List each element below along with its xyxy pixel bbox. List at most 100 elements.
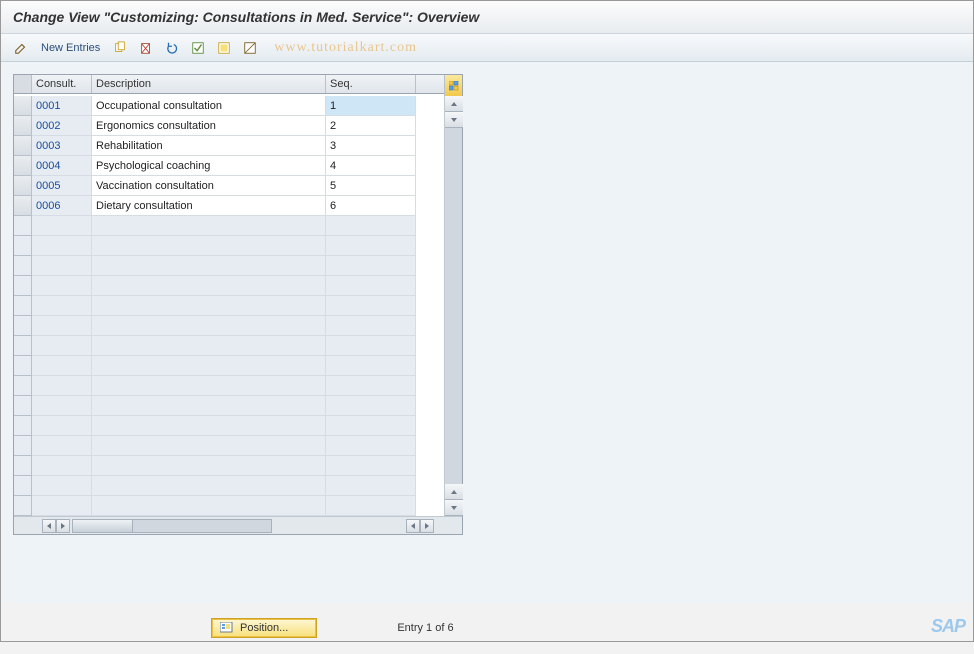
row-selector[interactable] — [14, 336, 32, 356]
scroll-down2-icon[interactable] — [445, 500, 463, 516]
cell-consult[interactable]: 0005 — [32, 176, 92, 196]
row-selector[interactable] — [14, 256, 32, 276]
cell-consult[interactable]: 0004 — [32, 156, 92, 176]
copy-icon[interactable] — [110, 38, 130, 58]
cell-empty[interactable] — [32, 296, 92, 316]
row-selector[interactable] — [14, 376, 32, 396]
toggle-edit-icon[interactable] — [11, 38, 31, 58]
row-selector[interactable] — [14, 456, 32, 476]
cell-empty[interactable] — [32, 496, 92, 516]
row-selector[interactable] — [14, 196, 32, 216]
cell-empty[interactable] — [326, 496, 416, 516]
column-header-description[interactable]: Description — [92, 75, 326, 93]
cell-empty[interactable] — [326, 216, 416, 236]
cell-seq[interactable]: 5 — [326, 176, 416, 196]
scroll-down-icon[interactable] — [445, 112, 463, 128]
position-button[interactable]: Position... — [211, 618, 317, 638]
cell-empty[interactable] — [326, 236, 416, 256]
cell-empty[interactable] — [32, 276, 92, 296]
cell-seq[interactable]: 2 — [326, 116, 416, 136]
select-all-icon[interactable] — [188, 38, 208, 58]
cell-description[interactable]: Occupational consultation — [92, 96, 326, 116]
cell-empty[interactable] — [32, 236, 92, 256]
cell-empty[interactable] — [92, 356, 326, 376]
cell-empty[interactable] — [32, 316, 92, 336]
cell-empty[interactable] — [32, 476, 92, 496]
cell-empty[interactable] — [326, 416, 416, 436]
cell-consult[interactable]: 0002 — [32, 116, 92, 136]
new-entries-button[interactable]: New Entries — [37, 40, 104, 56]
scroll-track[interactable] — [445, 128, 462, 484]
row-selector-header[interactable] — [14, 75, 32, 93]
row-selector[interactable] — [14, 156, 32, 176]
cell-empty[interactable] — [326, 256, 416, 276]
row-selector[interactable] — [14, 276, 32, 296]
cell-empty[interactable] — [32, 416, 92, 436]
cell-empty[interactable] — [92, 496, 326, 516]
cell-seq[interactable]: 4 — [326, 156, 416, 176]
cell-seq[interactable]: 1 — [326, 96, 416, 116]
undo-icon[interactable] — [162, 38, 182, 58]
cell-empty[interactable] — [92, 236, 326, 256]
cell-seq[interactable]: 6 — [326, 196, 416, 216]
row-selector[interactable] — [14, 136, 32, 156]
cell-empty[interactable] — [32, 456, 92, 476]
cell-empty[interactable] — [32, 356, 92, 376]
row-selector[interactable] — [14, 176, 32, 196]
row-selector[interactable] — [14, 316, 32, 336]
cell-empty[interactable] — [92, 276, 326, 296]
row-selector[interactable] — [14, 416, 32, 436]
cell-empty[interactable] — [326, 476, 416, 496]
row-selector[interactable] — [14, 476, 32, 496]
cell-empty[interactable] — [92, 316, 326, 336]
row-selector[interactable] — [14, 216, 32, 236]
cell-seq[interactable]: 3 — [326, 136, 416, 156]
hscroll-left2-icon[interactable] — [406, 519, 420, 533]
hscroll-right2-icon[interactable] — [420, 519, 434, 533]
cell-empty[interactable] — [326, 436, 416, 456]
cell-empty[interactable] — [92, 396, 326, 416]
cell-description[interactable]: Dietary consultation — [92, 196, 326, 216]
hscroll-right-icon[interactable] — [56, 519, 70, 533]
cell-description[interactable]: Psychological coaching — [92, 156, 326, 176]
cell-description[interactable]: Rehabilitation — [92, 136, 326, 156]
cell-empty[interactable] — [92, 296, 326, 316]
hscroll-track[interactable] — [72, 519, 272, 533]
cell-empty[interactable] — [32, 376, 92, 396]
column-header-consult[interactable]: Consult. — [32, 75, 92, 93]
cell-description[interactable]: Vaccination consultation — [92, 176, 326, 196]
cell-empty[interactable] — [32, 396, 92, 416]
cell-empty[interactable] — [32, 436, 92, 456]
deselect-all-icon[interactable] — [240, 38, 260, 58]
cell-empty[interactable] — [92, 416, 326, 436]
column-header-seq[interactable]: Seq. — [326, 75, 416, 93]
cell-empty[interactable] — [92, 216, 326, 236]
cell-empty[interactable] — [92, 336, 326, 356]
cell-empty[interactable] — [92, 456, 326, 476]
hscroll-thumb[interactable] — [73, 520, 133, 532]
horizontal-scrollbar[interactable] — [14, 516, 462, 534]
cell-empty[interactable] — [92, 376, 326, 396]
cell-consult[interactable]: 0006 — [32, 196, 92, 216]
vertical-scrollbar[interactable] — [444, 96, 462, 516]
cell-empty[interactable] — [326, 376, 416, 396]
cell-empty[interactable] — [326, 336, 416, 356]
scroll-up2-icon[interactable] — [445, 484, 463, 500]
select-block-icon[interactable] — [214, 38, 234, 58]
cell-empty[interactable] — [32, 216, 92, 236]
cell-empty[interactable] — [32, 256, 92, 276]
row-selector[interactable] — [14, 236, 32, 256]
cell-empty[interactable] — [326, 276, 416, 296]
cell-consult[interactable]: 0003 — [32, 136, 92, 156]
cell-empty[interactable] — [326, 316, 416, 336]
cell-empty[interactable] — [92, 436, 326, 456]
row-selector[interactable] — [14, 96, 32, 116]
row-selector[interactable] — [14, 436, 32, 456]
table-settings-icon[interactable] — [444, 75, 462, 96]
cell-empty[interactable] — [326, 296, 416, 316]
cell-empty[interactable] — [326, 456, 416, 476]
scroll-up-icon[interactable] — [445, 96, 463, 112]
cell-description[interactable]: Ergonomics consultation — [92, 116, 326, 136]
row-selector[interactable] — [14, 296, 32, 316]
hscroll-left-icon[interactable] — [42, 519, 56, 533]
